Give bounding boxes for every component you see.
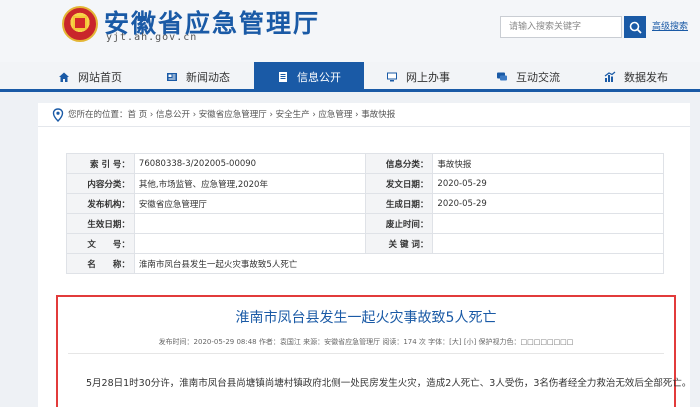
table-row: 发布机构： 安徽省应急管理厅 生成日期： 2020-05-29	[66, 193, 664, 214]
nav-label: 网上办事	[406, 71, 450, 84]
effect-label: 生效日期：	[66, 213, 135, 234]
chart-icon	[604, 71, 616, 82]
national-emblem-icon	[62, 6, 98, 42]
index-value: 76080338-3/202005-00090	[133, 153, 366, 174]
breadcrumb: 您所在的位置：首 页 › 信息公开 › 安徽省应急管理厅 › 安全生产 › 应急…	[38, 103, 690, 127]
content-panel: 索 引 号： 76080338-3/202005-00090 信息分类： 事故快…	[38, 127, 692, 407]
gendate-value: 2020-05-29	[432, 193, 664, 214]
name-label: 名 称：	[66, 253, 135, 274]
nav-label: 新闻动态	[186, 71, 230, 84]
nav-item-info-public[interactable]: 信息公开	[254, 62, 364, 92]
breadcrumb-text[interactable]: 您所在的位置：首 页 › 信息公开 › 安徽省应急管理厅 › 安全生产 › 应急…	[68, 110, 395, 120]
chat-icon	[497, 72, 507, 81]
site-header: 安徽省应急管理厅 yjt.ah.gov.cn 请输入搜索关键字 高级搜索	[0, 0, 700, 62]
keyword-label: 关 键 词：	[364, 233, 434, 254]
table-row: 生效日期： 废止时间：	[66, 213, 664, 234]
site-domain: yjt.ah.gov.cn	[106, 32, 198, 43]
index-label: 索 引 号：	[66, 153, 135, 174]
document-icon	[279, 72, 287, 82]
org-value: 安徽省应急管理厅	[133, 193, 366, 214]
nav-item-interaction[interactable]: 互动交流	[496, 62, 560, 92]
expire-label: 废止时间：	[364, 213, 434, 234]
content-label: 内容分类：	[66, 173, 135, 194]
monitor-icon	[387, 72, 397, 82]
search-input[interactable]: 请输入搜索关键字	[500, 16, 622, 38]
expire-value	[432, 213, 664, 234]
nav-item-home[interactable]: 网站首页	[58, 62, 122, 92]
nav-label: 网站首页	[78, 71, 122, 84]
category-label: 信息分类：	[364, 153, 434, 174]
table-row: 文 号： 关 键 词：	[66, 233, 664, 254]
newspaper-icon	[167, 73, 177, 81]
article-highlight-box: 淮南市凤台县发生一起火灾事故致5人死亡 发布时间：2020-05-29 08:4…	[56, 295, 692, 407]
content-value: 其他,市场监管、应急管理,2020年	[133, 173, 366, 194]
metadata-table: 索 引 号： 76080338-3/202005-00090 信息分类： 事故快…	[66, 153, 665, 274]
advanced-search-link[interactable]: 高级搜索	[652, 19, 688, 32]
pubdate-value: 2020-05-29	[432, 173, 664, 194]
location-pin-icon	[52, 108, 64, 122]
keyword-value	[432, 233, 664, 254]
search-icon	[629, 21, 642, 34]
nav-item-news[interactable]: 新闻动态	[166, 62, 230, 92]
docno-value	[133, 233, 366, 254]
pubdate-label: 发文日期：	[364, 173, 434, 194]
article-body: 5月28日1时30分许，淮南市凤台县尚塘镇尚塘村镇政府北侧一处民房发生火灾，造成…	[86, 378, 692, 389]
nav-label: 互动交流	[516, 71, 560, 84]
table-row: 名 称： 淮南市凤台县发生一起火灾事故致5人死亡	[66, 253, 665, 274]
docno-label: 文 号：	[66, 233, 135, 254]
article-info: 发布时间：2020-05-29 08:48 作者：袁国江 来源：安徽省应急管理厅…	[158, 338, 574, 346]
name-value: 淮南市凤台县发生一起火灾事故致5人死亡	[133, 253, 665, 274]
gendate-label: 生成日期：	[364, 193, 434, 214]
nav-item-online-services[interactable]: 网上办事	[386, 62, 450, 92]
nav-item-data-release[interactable]: 数据发布	[604, 62, 668, 92]
search-button[interactable]	[624, 16, 646, 38]
article-title: 淮南市凤台县发生一起火灾事故致5人死亡	[235, 310, 497, 326]
table-row: 索 引 号： 76080338-3/202005-00090 信息分类： 事故快…	[66, 153, 664, 174]
category-value: 事故快报	[432, 153, 664, 174]
effect-value	[133, 213, 366, 234]
table-row: 内容分类： 其他,市场监管、应急管理,2020年 发文日期： 2020-05-2…	[66, 173, 664, 194]
divider	[68, 353, 664, 354]
nav-label: 信息公开	[297, 71, 341, 84]
nav-label: 数据发布	[624, 71, 668, 84]
main-nav: 网站首页 新闻动态 信息公开 网上办事 互动交流 数据发布	[0, 62, 700, 92]
home-icon	[59, 72, 69, 82]
org-label: 发布机构：	[66, 193, 135, 214]
